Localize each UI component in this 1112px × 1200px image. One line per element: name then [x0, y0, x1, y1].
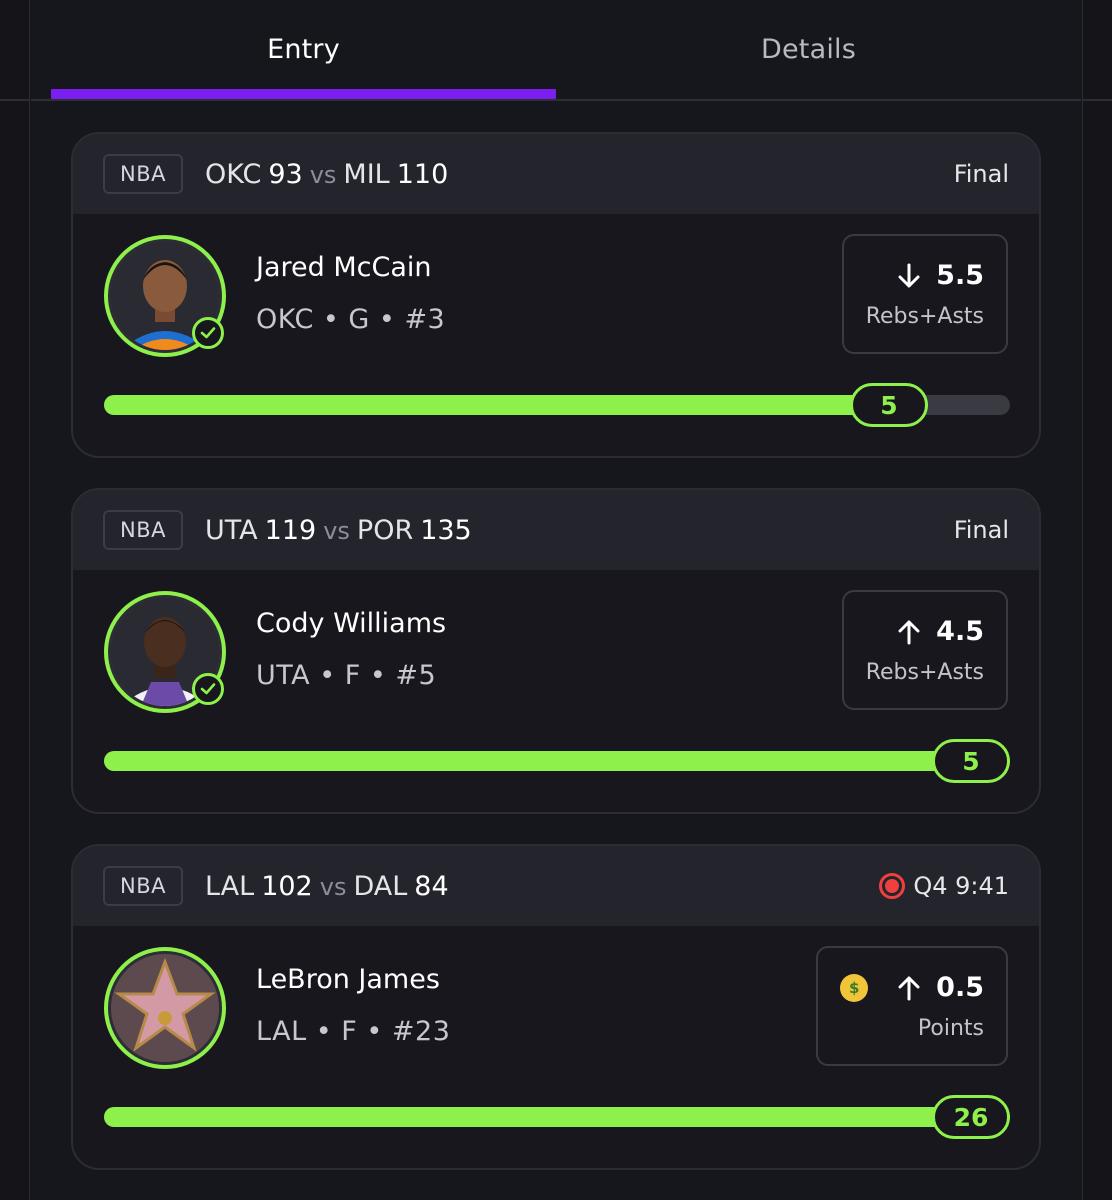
pick-line: 4.5	[896, 616, 984, 647]
away-score: 110	[396, 158, 449, 190]
league-badge: NBA	[103, 154, 183, 194]
game-status: Final	[954, 490, 1009, 570]
game-clock: Q4 9:41	[913, 872, 1009, 900]
away-team: DAL	[353, 870, 408, 902]
arrow-up-icon	[898, 620, 920, 644]
live-indicator-icon	[879, 873, 906, 899]
pick-line-box: 4.5 Rebs+Asts	[842, 590, 1008, 710]
player-meta: LAL • F • #23	[256, 1016, 451, 1047]
star-icon	[111, 954, 219, 1062]
player-meta: OKC • G • #3	[256, 304, 446, 335]
arrow-up-icon	[898, 976, 920, 1000]
game-status: Final	[954, 134, 1009, 214]
player-name[interactable]: Jared McCain	[256, 252, 432, 283]
divider	[1082, 99, 1112, 101]
home-score: 93	[268, 158, 303, 190]
stat-type: Rebs+Asts	[865, 660, 984, 685]
pick-body: Cody Williams UTA • F • #5 4.5 Rebs+Asts…	[73, 570, 1039, 812]
tab-bar: Entry Details	[31, 0, 1081, 101]
game-status-text: Final	[953, 516, 1009, 544]
avatar[interactable]	[104, 235, 226, 357]
money-mouth-face-icon: $	[840, 973, 869, 1002]
game-status: Q4 9:41	[879, 846, 1009, 926]
tab-entry[interactable]: Entry	[51, 0, 556, 99]
vs-label: vs	[309, 160, 337, 189]
entry-panel: Entry Details NBA OKC 93 vs MIL 110 Fina…	[31, 0, 1081, 1200]
pick-body: Jared McCain OKC • G • #3 5.5 Rebs+Asts …	[73, 214, 1039, 456]
away-score: 135	[420, 514, 472, 546]
progress-track: 26	[104, 1095, 1010, 1139]
left-edge-panel	[0, 0, 30, 1200]
home-team: OKC	[205, 158, 262, 190]
vs-label: vs	[319, 872, 347, 901]
league-badge: NBA	[103, 866, 183, 906]
progress-track: 5	[104, 383, 1010, 427]
home-score: 102	[261, 870, 313, 902]
progress-track: 5	[104, 739, 1010, 783]
pick-body: LeBron James LAL • F • #23 $ 0.5 Points …	[73, 926, 1039, 1168]
game-header: NBA LAL 102 vs DAL 84 Q4 9:41	[73, 846, 1039, 926]
tab-details[interactable]: Details	[556, 0, 1061, 99]
pick-card[interactable]: NBA LAL 102 vs DAL 84 Q4 9:41 LeBron Jam…	[71, 844, 1041, 1170]
home-score: 119	[264, 514, 317, 546]
player-name[interactable]: Cody Williams	[256, 608, 446, 639]
progress-fill	[104, 751, 1010, 771]
matchup: OKC 93 vs MIL 110	[205, 159, 448, 190]
avatar[interactable]	[104, 591, 226, 713]
league-badge: NBA	[103, 510, 183, 550]
vs-label: vs	[323, 516, 350, 545]
progress-fill	[104, 1107, 1010, 1127]
matchup: UTA 119 vs POR 135	[205, 515, 472, 546]
avatar[interactable]	[104, 947, 226, 1069]
matchup: LAL 102 vs DAL 84	[205, 871, 449, 902]
actual-value-badge: 26	[932, 1095, 1010, 1139]
player-name[interactable]: LeBron James	[256, 964, 440, 995]
away-score: 84	[414, 870, 449, 902]
pick-line-box: 5.5 Rebs+Asts	[842, 234, 1008, 354]
away-team: MIL	[343, 158, 390, 190]
check-icon	[192, 317, 224, 349]
stat-type: Points	[917, 1016, 984, 1041]
home-team: UTA	[205, 514, 258, 546]
line-value: 5.5	[936, 260, 984, 291]
pick-line: 5.5	[896, 260, 984, 291]
pick-card[interactable]: NBA UTA 119 vs POR 135 Final Cody Willia…	[71, 488, 1041, 814]
away-team: POR	[356, 514, 414, 546]
game-status-text: Final	[953, 160, 1009, 188]
pick-line-box: $ 0.5 Points	[816, 946, 1008, 1066]
stat-type: Rebs+Asts	[865, 304, 984, 329]
home-team: LAL	[205, 870, 255, 902]
arrow-down-icon	[898, 263, 920, 287]
actual-value-badge: 5	[850, 383, 928, 427]
game-header: NBA UTA 119 vs POR 135 Final	[73, 490, 1039, 570]
pick-card[interactable]: NBA OKC 93 vs MIL 110 Final Jared McCain…	[71, 132, 1041, 458]
player-meta: UTA • F • #5	[256, 660, 437, 691]
actual-value-badge: 5	[932, 739, 1010, 783]
right-edge-panel	[1082, 0, 1112, 1200]
divider	[0, 99, 30, 101]
line-value: 4.5	[936, 616, 984, 647]
walk-of-fame-star-image	[111, 954, 219, 1062]
check-icon	[192, 673, 224, 705]
active-tab-indicator	[51, 89, 556, 99]
line-value: 0.5	[936, 972, 984, 1003]
progress-fill	[104, 395, 928, 415]
pick-line: $ 0.5	[840, 972, 984, 1003]
game-header: NBA OKC 93 vs MIL 110 Final	[73, 134, 1039, 214]
